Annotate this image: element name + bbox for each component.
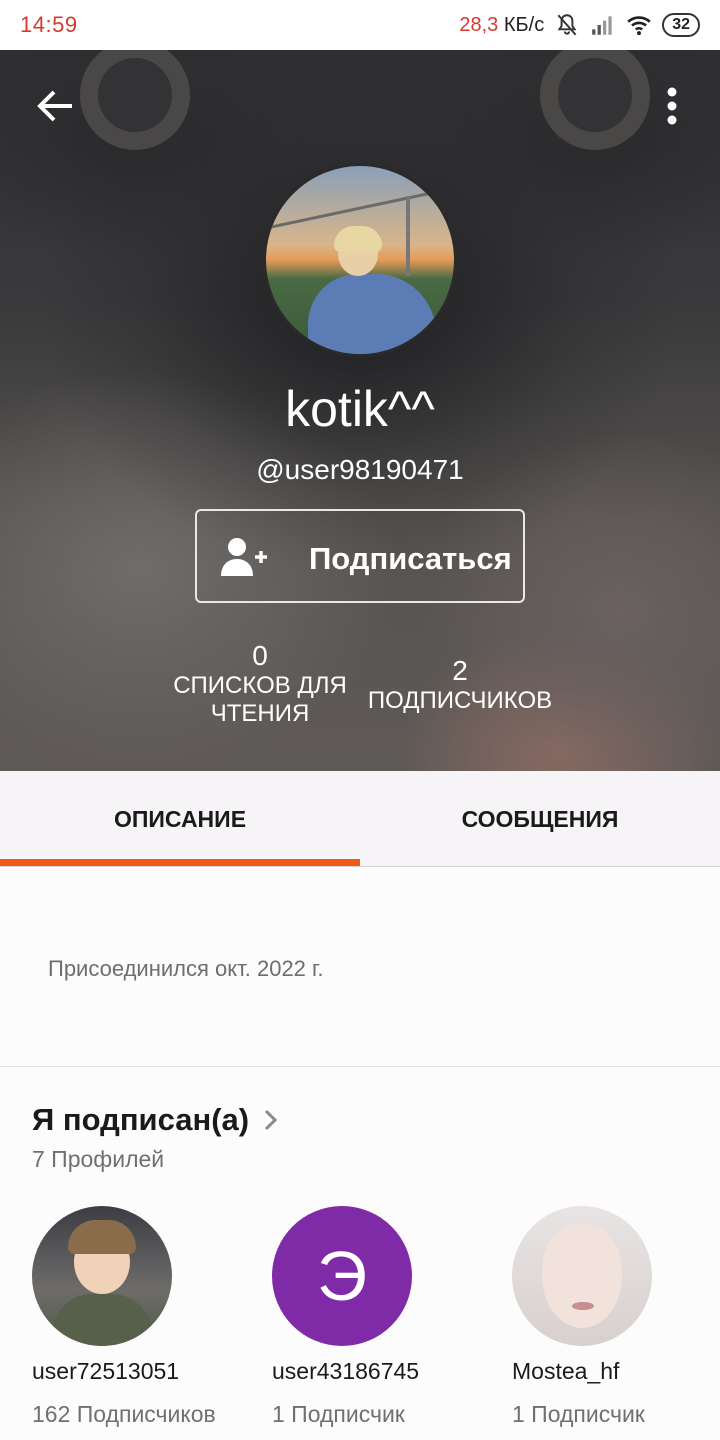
profile-username: Mostea_hf [512, 1358, 620, 1384]
following-profile-card[interactable]: user72513051 162 Подписчиков [32, 1206, 232, 1427]
stat-label: ПОДПИСЧИКОВ [367, 687, 553, 714]
back-arrow-icon[interactable] [30, 80, 82, 132]
avatar [512, 1206, 652, 1346]
signal-icon [592, 16, 612, 35]
profile-handle: @user98190471 [256, 454, 464, 485]
avatar-detail [334, 226, 382, 252]
battery-indicator: 32 [662, 13, 700, 37]
profile-display-name: kotik^^ [285, 381, 435, 437]
avatar-detail [572, 1302, 594, 1310]
stat-reading-lists[interactable]: 0 СПИСКОВ ДЛЯ ЧТЕНИЯ [170, 640, 350, 728]
avatar-detail [267, 185, 454, 230]
profile-followers: 1 Подписчик [512, 1401, 645, 1427]
network-speed-unit: КБ/с [503, 13, 545, 36]
avatar [32, 1206, 172, 1346]
section-divider [0, 1066, 720, 1067]
avatar-detail [68, 1220, 136, 1254]
bell-muted-icon [557, 14, 577, 36]
tab-messages[interactable]: СООБЩЕНИЯ [360, 771, 720, 867]
following-profile-card[interactable]: Э user43186745 1 Подписчик [272, 1206, 472, 1427]
status-bar: 14:59 28,3 КБ/с 32 [0, 0, 720, 50]
follow-button[interactable]: Подписаться [195, 509, 525, 603]
cover-decoration [540, 50, 650, 150]
wifi-icon [627, 16, 651, 36]
profile-header: kotik^^ @user98190471 Подписаться 0 СПИС… [0, 50, 720, 771]
profile-tabs: ОПИСАНИЕ СООБЩЕНИЯ [0, 771, 720, 867]
stat-value: 2 [452, 655, 468, 686]
more-options-icon[interactable] [652, 80, 692, 132]
avatar-detail [406, 196, 410, 276]
status-icons: 28,3 КБ/с 32 [459, 12, 700, 38]
joined-date: Присоединился окт. 2022 г. [48, 956, 324, 981]
network-speed-value: 28,3 [459, 13, 499, 36]
status-time: 14:59 [20, 12, 78, 37]
network-speed: 28,3 КБ/с [459, 14, 544, 37]
stat-value: 0 [252, 640, 268, 671]
add-user-icon [221, 538, 267, 576]
stat-label: СПИСКОВ ДЛЯ ЧТЕНИЯ [173, 672, 347, 727]
avatar-detail [542, 1224, 622, 1328]
profile-followers: 1 Подписчик [272, 1401, 405, 1427]
avatar: Э [272, 1206, 412, 1346]
profile-avatar[interactable] [263, 163, 457, 357]
avatar-detail [52, 1294, 152, 1346]
avatar-detail [308, 274, 436, 354]
cover-decoration [80, 50, 190, 150]
profile-username: user43186745 [272, 1358, 420, 1384]
profile-screen: 14:59 28,3 КБ/с 32 kotik^^ @user98190471 [0, 0, 720, 1440]
chevron-right-icon [265, 1109, 278, 1131]
following-title: Я подписан(а) [32, 1102, 250, 1137]
active-tab-indicator [0, 859, 360, 866]
profile-followers: 162 Подписчиков [32, 1401, 216, 1427]
profile-username: user72513051 [32, 1358, 180, 1384]
tab-description[interactable]: ОПИСАНИЕ [0, 771, 360, 867]
stat-followers[interactable]: 2 ПОДПИСЧИКОВ [360, 655, 560, 715]
follow-button-label: Подписаться [309, 541, 512, 576]
following-section-header[interactable]: Я подписан(а) [32, 1102, 281, 1138]
following-profile-card[interactable]: Mostea_hf 1 Подписчик [512, 1206, 712, 1427]
following-count: 7 Профилей [32, 1146, 165, 1172]
